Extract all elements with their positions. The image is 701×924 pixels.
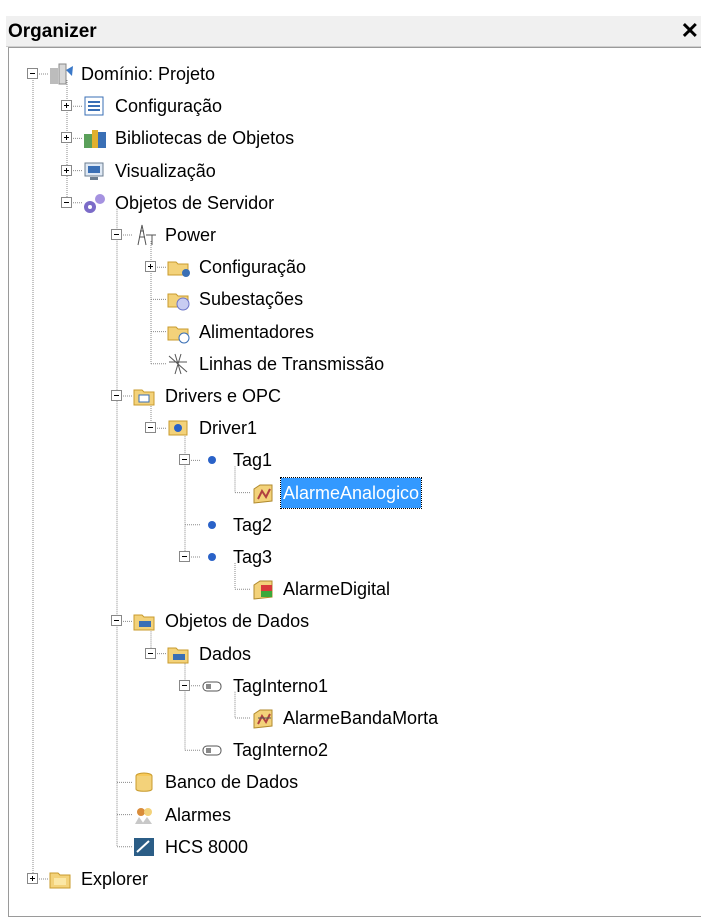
organizer-panel: Organizer ✕ Domínio: Projeto Configuração… (0, 0, 701, 924)
tag-dot-icon (199, 513, 225, 546)
tree-node-label[interactable]: Driver1 (197, 413, 259, 443)
alarms-icon (131, 803, 157, 836)
tree-node-label[interactable]: Tag2 (231, 510, 274, 540)
collapse-minus-icon[interactable] (27, 68, 38, 79)
tree-node[interactable]: TagInterno2 (9, 735, 699, 765)
collapse-minus-icon[interactable] (145, 422, 156, 434)
tree-node[interactable]: Power (9, 220, 699, 250)
tree-node-label[interactable]: Configuração (197, 252, 308, 282)
tree-node[interactable]: Driver1 (9, 413, 699, 443)
tree-node-label[interactable]: Subestações (197, 284, 305, 314)
feeder-folder-icon (165, 320, 191, 353)
tree-node-label[interactable]: Explorer (79, 864, 150, 894)
tree-node-label[interactable]: Objetos de Servidor (113, 188, 276, 218)
tree-node-label[interactable]: Tag1 (231, 445, 274, 475)
digital-alarm-icon (249, 577, 275, 610)
tree-node[interactable]: Alimentadores (9, 317, 699, 347)
tree-node[interactable]: Configuração (9, 91, 699, 121)
tree-node-label[interactable]: HCS 8000 (163, 832, 250, 862)
tree-node-label[interactable]: Alarmes (163, 800, 233, 830)
collapse-minus-icon[interactable] (111, 229, 122, 240)
tree-node-label[interactable]: Bibliotecas de Objetos (113, 123, 296, 153)
configuration-list-icon (81, 94, 107, 127)
power-tower-icon (131, 223, 157, 256)
tree-node-label[interactable]: Configuração (113, 91, 224, 121)
expand-plus-icon[interactable] (145, 261, 156, 273)
collapse-minus-icon[interactable] (179, 454, 190, 466)
tree-node[interactable]: Objetos de Servidor (9, 188, 699, 218)
close-icon[interactable]: ✕ (681, 18, 699, 44)
server-objects-gear-icon (81, 191, 107, 224)
expand-plus-icon[interactable] (61, 100, 72, 112)
tree-node[interactable]: Tag2 (9, 510, 699, 540)
tree-node[interactable]: Configuração (9, 252, 699, 282)
tree-node[interactable]: AlarmeDigital (9, 574, 699, 604)
object-library-icon (81, 126, 107, 159)
explorer-folder-icon (47, 867, 73, 900)
data-folder-icon (165, 642, 191, 675)
tree-node[interactable]: TagInterno1 (9, 671, 699, 701)
tree-node-label[interactable]: AlarmeDigital (281, 574, 392, 604)
organizer-titlebar: Organizer ✕ (6, 16, 701, 47)
tree-node[interactable]: Domínio: Projeto (9, 59, 699, 89)
collapse-minus-icon[interactable] (61, 196, 72, 208)
tree-node[interactable]: Alarmes (9, 800, 699, 830)
drivers-folder-icon (131, 384, 157, 417)
collapse-minus-icon[interactable] (145, 647, 156, 659)
internal-tag-icon (199, 738, 225, 771)
tree-node-label[interactable]: Banco de Dados (163, 767, 300, 797)
collapse-minus-icon[interactable] (179, 679, 190, 691)
database-icon (131, 770, 157, 803)
tree-node-label[interactable]: TagInterno1 (231, 671, 330, 701)
tree-node[interactable]: Tag3 (9, 542, 699, 572)
tree-node-label[interactable]: AlarmeAnalogico (279, 476, 423, 509)
driver-icon (165, 416, 191, 449)
tree-node-label[interactable]: Linhas de Transmissão (197, 349, 386, 379)
tree-node-label[interactable]: Domínio: Projeto (79, 59, 217, 89)
collapse-minus-icon[interactable] (111, 390, 122, 401)
data-objects-folder-icon (131, 609, 157, 642)
tree-node-label[interactable]: Alimentadores (197, 317, 316, 347)
tree-node[interactable]: AlarmeAnalogico (9, 476, 699, 509)
tree-node-label[interactable]: Drivers e OPC (163, 381, 283, 411)
monitor-icon (81, 159, 107, 192)
panel-title: Organizer (8, 21, 97, 42)
internal-tag-icon (199, 674, 225, 707)
hcs-device-icon (131, 835, 157, 868)
power-config-folder-icon (165, 255, 191, 288)
tree-node-label[interactable]: Objetos de Dados (163, 606, 311, 636)
tree-node-label[interactable]: Power (163, 220, 218, 250)
domain-icon (47, 62, 73, 95)
tree-node[interactable]: HCS 8000 (9, 832, 699, 862)
tree-node[interactable]: Drivers e OPC (9, 381, 699, 411)
collapse-minus-icon[interactable] (111, 615, 122, 627)
deadband-alarm-icon (249, 706, 275, 739)
tree-node[interactable]: Linhas de Transmissão (9, 349, 699, 379)
substation-folder-icon (165, 287, 191, 320)
analog-alarm-icon (249, 481, 275, 514)
tree-node[interactable]: Tag1 (9, 445, 699, 475)
tag-dot-icon (199, 448, 225, 481)
tree-node[interactable]: Explorer (9, 864, 699, 894)
tree-node[interactable]: Objetos de Dados (9, 606, 699, 636)
tree-node-label[interactable]: Tag3 (231, 542, 274, 572)
organizer-tree[interactable]: Domínio: Projeto Configuração Bibliotecas … (8, 47, 701, 917)
expand-plus-icon[interactable] (61, 132, 72, 144)
collapse-minus-icon[interactable] (179, 551, 190, 562)
tree-node[interactable]: Subestações (9, 284, 699, 314)
tree-node-label[interactable]: Dados (197, 639, 253, 669)
tree-node[interactable]: Visualização (9, 156, 699, 186)
transmission-line-icon (165, 352, 191, 385)
tree-node[interactable]: Bibliotecas de Objetos (9, 123, 699, 153)
tree-node[interactable]: Dados (9, 639, 699, 669)
tree-node[interactable]: Banco de Dados (9, 767, 699, 797)
tree-node-label[interactable]: TagInterno2 (231, 735, 330, 765)
tree-node-label[interactable]: Visualização (113, 156, 218, 186)
tree-node-label[interactable]: AlarmeBandaMorta (281, 703, 440, 733)
expand-plus-icon[interactable] (61, 164, 72, 176)
expand-plus-icon[interactable] (27, 873, 38, 884)
tree-node[interactable]: AlarmeBandaMorta (9, 703, 699, 733)
tag-dot-icon (199, 545, 225, 578)
